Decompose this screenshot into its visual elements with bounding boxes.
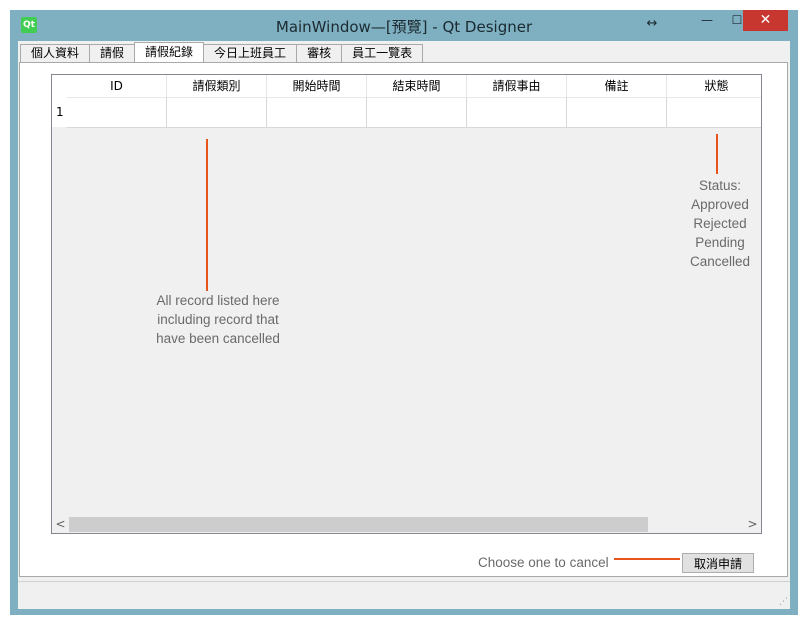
annotation-text: Approved: [691, 197, 749, 212]
table-cell[interactable]: [567, 97, 667, 128]
table-header: ID 請假類別 開始時間 結束時間 請假事由 備註 狀態: [67, 75, 761, 97]
leave-records-pane: ID 請假類別 開始時間 結束時間 請假事由 備註 狀態 1 < > All r…: [19, 62, 788, 577]
status-bar: ⋰: [18, 581, 790, 609]
column-header-status[interactable]: 狀態: [667, 75, 761, 97]
minimize-button[interactable]: —: [692, 10, 722, 31]
tab-employee-list[interactable]: 員工一覽表: [341, 44, 424, 62]
annotation-text: have been cancelled: [156, 331, 280, 346]
column-header-start-time[interactable]: 開始時間: [267, 75, 367, 97]
main-window: Qt MainWindow—[預覽] - Qt Designer ↔ — ☐ ✕…: [10, 10, 798, 615]
annotation-line-cancel: [614, 558, 680, 560]
title-bar[interactable]: Qt MainWindow—[預覽] - Qt Designer ↔ — ☐ ✕: [10, 10, 798, 40]
tab-today-employees[interactable]: 今日上班員工: [203, 44, 298, 62]
annotation-text: Rejected: [693, 216, 747, 231]
window-title: MainWindow—[預覽] - Qt Designer: [275, 18, 533, 36]
annotation-text: Cancelled: [689, 254, 751, 269]
table-cell[interactable]: [167, 97, 267, 128]
annotation-status-note: Status: Approved Rejected Pending Cancel…: [680, 176, 760, 271]
annotation-text: Pending: [695, 235, 745, 250]
cancel-request-button[interactable]: 取消申請: [682, 553, 754, 573]
row-header[interactable]: 1: [52, 97, 67, 127]
cancel-hint-annotation: Choose one to cancel: [478, 555, 609, 570]
table-cell[interactable]: [367, 97, 467, 128]
annotation-line-records: [206, 139, 208, 291]
tab-bar: 個人資料 請假 請假紀錄 今日上班員工 審核 員工一覽表: [20, 42, 424, 62]
size-grip-icon[interactable]: ⋰: [779, 597, 788, 607]
column-header-end-time[interactable]: 結束時間: [367, 75, 467, 97]
scrollbar-thumb[interactable]: [69, 517, 648, 532]
resize-icon: ↔: [646, 16, 658, 31]
table-corner[interactable]: [52, 75, 67, 97]
tab-review[interactable]: 審核: [296, 44, 343, 62]
scroll-right-icon[interactable]: >: [744, 516, 761, 533]
annotation-line-status: [716, 134, 718, 174]
column-header-leave-type[interactable]: 請假類別: [167, 75, 267, 97]
table-cell[interactable]: [267, 97, 367, 128]
table-cell[interactable]: [467, 97, 567, 128]
scroll-left-icon[interactable]: <: [52, 516, 69, 533]
annotation-text: Status:: [698, 178, 742, 193]
column-header-note[interactable]: 備註: [567, 75, 667, 97]
column-header-reason[interactable]: 請假事由: [467, 75, 567, 97]
table-cell[interactable]: [667, 97, 761, 128]
annotation-text: including record that: [157, 312, 279, 327]
client-area: 個人資料 請假 請假紀錄 今日上班員工 審核 員工一覽表 ID 請假類別 開始時…: [18, 41, 790, 609]
close-button[interactable]: ✕: [743, 10, 788, 31]
table-cell[interactable]: [67, 97, 167, 128]
column-header-id[interactable]: ID: [67, 75, 167, 97]
tab-leave[interactable]: 請假: [89, 44, 136, 62]
horizontal-scrollbar[interactable]: < >: [52, 516, 761, 533]
tab-leave-records[interactable]: 請假紀錄: [134, 42, 205, 62]
annotation-text: All record listed here: [156, 293, 280, 308]
annotation-records-note: All record listed here including record …: [138, 291, 298, 348]
table-row[interactable]: [67, 97, 761, 128]
tab-personal-info[interactable]: 個人資料: [20, 44, 91, 62]
